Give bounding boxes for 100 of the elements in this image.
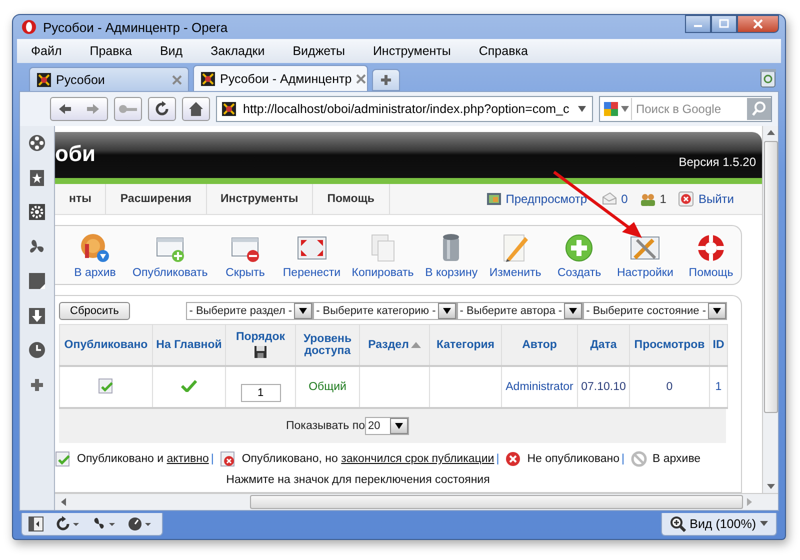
legend-text: В архиве <box>652 453 701 465</box>
colored-squares-icon[interactable] <box>603 101 619 117</box>
opera-logo-icon <box>21 19 37 35</box>
toolbar-button[interactable]: Настройки <box>613 232 678 278</box>
caret-icon <box>394 423 403 429</box>
envelope-icon <box>601 191 618 207</box>
caret-icon[interactable] <box>578 106 586 112</box>
toolbar-button[interactable]: Скрыть <box>215 232 276 278</box>
address-field[interactable]: http://localhost/oboi/administrator/index.php?option=com_c <box>216 96 593 122</box>
filter-select[interactable]: - Выберите состояние - <box>583 302 727 320</box>
legend-link[interactable]: закончился срок публикации <box>341 453 494 465</box>
download-icon[interactable] <box>28 306 46 324</box>
maximize-button[interactable] <box>711 15 737 33</box>
maximize-icon <box>718 19 730 29</box>
sync-icon[interactable] <box>56 516 80 532</box>
close-button[interactable] <box>737 15 779 33</box>
column-header[interactable]: Автор <box>522 339 557 351</box>
nav-menu-item[interactable]: Помощь <box>313 184 390 214</box>
toolbar-button[interactable]: Изменить <box>485 232 546 278</box>
table-cell: 0 <box>666 381 673 393</box>
preview-icon[interactable] <box>486 191 502 207</box>
new-tab-button[interactable] <box>372 69 400 91</box>
caret-icon <box>299 308 308 314</box>
browser-tab[interactable]: Русобои <box>29 67 189 91</box>
key-button[interactable] <box>114 97 142 121</box>
plus-icon <box>380 74 392 86</box>
caret-icon[interactable] <box>621 106 629 112</box>
trash-icon[interactable] <box>759 68 777 88</box>
propeller-icon[interactable] <box>28 238 46 256</box>
preview-link[interactable]: Предпросмотр <box>506 192 588 206</box>
home-button[interactable] <box>182 97 210 121</box>
legend-link[interactable]: активно <box>166 453 209 465</box>
archived-icon <box>630 451 646 467</box>
filter-select[interactable]: - Выберите категорию - <box>313 302 457 320</box>
toolbar-button[interactable]: Помощь <box>681 232 742 278</box>
toolbar-button[interactable]: Опубликовать <box>129 232 212 278</box>
film-reel-icon[interactable] <box>28 134 46 152</box>
caret-icon <box>760 521 768 526</box>
nav-menu-item[interactable]: нты <box>55 184 106 214</box>
caret-icon <box>569 308 578 314</box>
scroll-left-icon[interactable] <box>61 498 66 506</box>
nav-menu-item[interactable]: Расширения <box>106 184 207 214</box>
filter-select[interactable]: - Выберите автора - <box>456 302 584 320</box>
unite-icon[interactable] <box>92 516 116 532</box>
reset-button[interactable]: Сбросить <box>59 302 130 320</box>
published-icon[interactable] <box>98 378 114 394</box>
scroll-down-icon[interactable] <box>766 484 774 489</box>
legend-text: Опубликовано и активно <box>77 453 209 465</box>
message-count: 0 <box>621 192 628 206</box>
filter-select[interactable]: - Выберите раздел - <box>186 302 314 320</box>
panel-toggle-icon[interactable] <box>28 516 44 532</box>
toolbar-button[interactable]: Копировать <box>348 232 418 278</box>
key-icon <box>118 103 138 115</box>
toolbar-button[interactable]: В корзину <box>421 232 482 278</box>
close-tab-icon[interactable] <box>172 74 182 84</box>
toolbar-button[interactable]: В архив <box>65 232 125 278</box>
column-header[interactable]: Раздел <box>368 339 409 351</box>
scroll-up-icon[interactable] <box>766 130 774 135</box>
order-field[interactable]: 1 <box>240 384 280 402</box>
menu-item[interactable]: Правка <box>90 44 132 58</box>
menu-item[interactable]: Файл <box>31 44 62 58</box>
pagination-label: Показывать по <box>286 420 365 432</box>
page-size-select[interactable]: 20 <box>364 417 409 435</box>
toolbar-button[interactable]: Перенести <box>279 232 344 278</box>
caret-icon <box>713 308 721 314</box>
gear-icon[interactable] <box>28 203 46 221</box>
reload-icon <box>154 101 170 117</box>
vertical-scrollbar[interactable] <box>762 126 778 493</box>
menu-item[interactable]: Вид <box>160 44 183 58</box>
menu-item[interactable]: Виджеты <box>292 44 345 58</box>
plus-circle-icon <box>563 232 596 264</box>
column-header[interactable]: Дата <box>590 339 617 351</box>
horizontal-scrollbar[interactable] <box>55 493 778 510</box>
logout-link[interactable]: Выйти <box>698 192 734 206</box>
unpublished-icon <box>505 451 522 467</box>
home-icon <box>188 101 204 117</box>
toolbar-button[interactable]: Создать <box>549 232 610 278</box>
clock-icon[interactable] <box>28 341 46 359</box>
menu-item[interactable]: Закладки <box>210 44 265 58</box>
close-tab-icon[interactable] <box>356 74 366 84</box>
reload-button[interactable] <box>148 97 176 121</box>
check-icon[interactable] <box>181 380 197 392</box>
expired-icon <box>220 451 236 467</box>
speedometer-icon[interactable] <box>128 516 152 532</box>
notes-icon[interactable] <box>28 272 46 290</box>
menu-item[interactable]: Инструменты <box>372 44 451 58</box>
menu-item[interactable]: Справка <box>478 44 528 58</box>
access-level[interactable]: Общий <box>308 381 346 393</box>
users-icon <box>640 191 656 207</box>
legend-separator: | <box>496 453 500 465</box>
logout-icon[interactable] <box>678 191 694 207</box>
browser-tab[interactable]: Русобои - Админцентр <box>193 65 368 91</box>
close-icon <box>752 19 764 29</box>
window-title: Русобои - Админцентр - Opera <box>43 20 229 34</box>
zoom-button[interactable]: Вид (100%) <box>660 512 777 536</box>
legend-text: Не опубликовано <box>527 453 620 465</box>
minimize-button[interactable] <box>685 15 711 33</box>
search-field[interactable]: Поиск в Google <box>599 96 772 122</box>
nav-menu-item[interactable]: Инструменты <box>206 184 314 214</box>
column-header[interactable]: ID <box>712 339 724 351</box>
